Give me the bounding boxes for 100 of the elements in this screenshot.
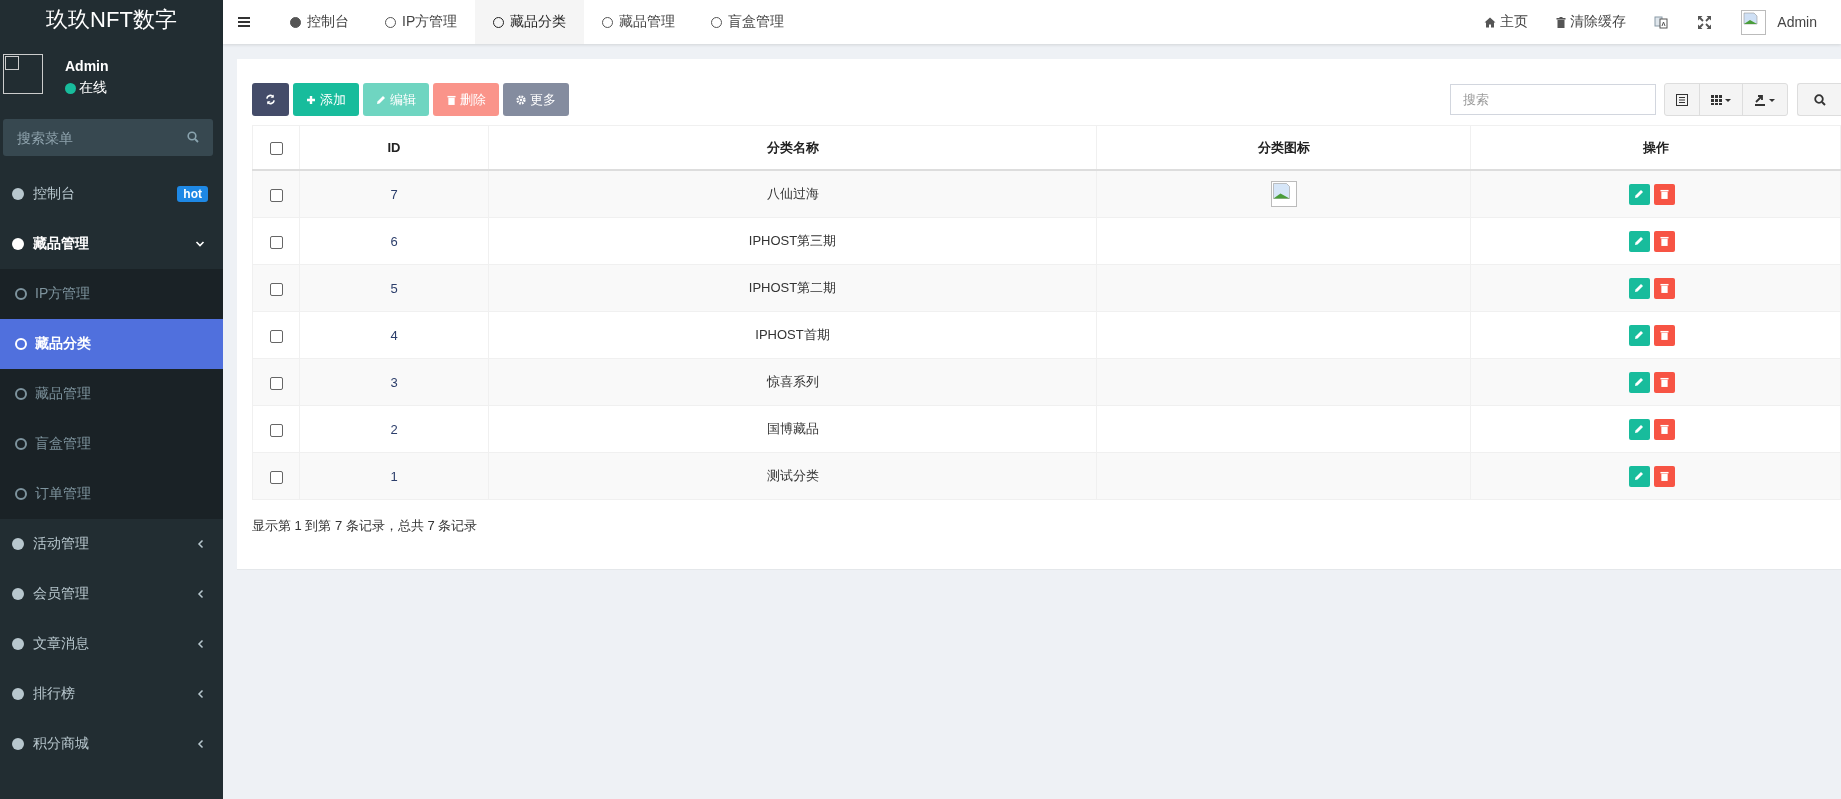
- circle-icon: [15, 288, 27, 300]
- row-checkbox[interactable]: [269, 423, 283, 437]
- trash-icon: [1659, 377, 1669, 387]
- menu-icon[interactable]: [238, 17, 250, 27]
- pencil-icon: [1634, 330, 1644, 340]
- delete-button[interactable]: [1653, 465, 1675, 487]
- row-checkbox[interactable]: [269, 329, 283, 343]
- edit-button[interactable]: [1628, 324, 1650, 346]
- chevron-left-icon: [197, 589, 205, 599]
- user-name: Admin: [65, 58, 109, 74]
- table-cell: 5: [390, 280, 398, 296]
- circle-icon: [290, 16, 301, 28]
- edit-button[interactable]: [1628, 371, 1650, 393]
- column-header: 操作: [1642, 139, 1669, 155]
- submenu-item[interactable]: 藏品分类: [0, 319, 223, 369]
- pencil-icon: [1634, 424, 1644, 434]
- edit-button[interactable]: [1628, 230, 1650, 252]
- top-link[interactable]: 主页: [1484, 13, 1529, 31]
- submenu-item[interactable]: IP方管理: [0, 269, 223, 319]
- trash-icon: [1659, 471, 1669, 481]
- menu-item[interactable]: 藏品管理: [0, 219, 223, 269]
- plus-icon: [306, 94, 316, 105]
- table-cell: 6: [390, 233, 398, 249]
- dot-icon: [12, 538, 24, 550]
- delete-button[interactable]: [1653, 183, 1675, 205]
- delete-button[interactable]: [1653, 324, 1675, 346]
- delete-button[interactable]: [1653, 230, 1675, 252]
- export-icon: [1754, 93, 1776, 106]
- trash-icon: [1659, 236, 1669, 246]
- table-cell: IPHOST第三期: [748, 233, 837, 248]
- submenu-item[interactable]: 盲盒管理: [0, 419, 223, 469]
- grid-icon: [1711, 94, 1731, 105]
- translate-icon[interactable]: [1654, 15, 1669, 29]
- dot-icon: [12, 188, 24, 200]
- delete-button[interactable]: [1653, 418, 1675, 440]
- column-header: 分类名称: [766, 139, 819, 155]
- pencil-icon: [376, 94, 386, 105]
- user-name[interactable]: Admin: [1777, 14, 1817, 30]
- trash-icon: [1659, 330, 1669, 340]
- search-icon[interactable]: [187, 131, 199, 143]
- row-checkbox[interactable]: [269, 470, 283, 484]
- pencil-icon: [1634, 236, 1644, 246]
- toolbar-button[interactable]: [252, 83, 289, 116]
- user-status: 在线: [79, 79, 107, 97]
- menu-item[interactable]: 会员管理: [0, 569, 223, 619]
- chevron-left-icon: [197, 739, 205, 749]
- row-checkbox[interactable]: [269, 282, 283, 296]
- menu-item[interactable]: 文章消息: [0, 619, 223, 669]
- row-checkbox[interactable]: [269, 376, 283, 390]
- menu-search-field[interactable]: 搜索菜单: [3, 119, 213, 156]
- circle-icon: [15, 438, 27, 450]
- edit-button[interactable]: [1628, 465, 1650, 487]
- edit-button[interactable]: [1628, 183, 1650, 205]
- submenu-item[interactable]: 藏品管理: [0, 369, 223, 419]
- trash-icon: [1659, 189, 1669, 199]
- table-cell: 测试分类: [766, 468, 819, 483]
- column-header: ID: [387, 140, 401, 155]
- avatar-icon: [3, 54, 43, 94]
- pagination-info: 显示第 1 到第 7 条记录，总共 7 条记录: [252, 518, 478, 533]
- trash-icon: [446, 94, 456, 105]
- avatar-icon[interactable]: [1741, 9, 1767, 35]
- nav-tab[interactable]: IP方管理: [367, 0, 476, 44]
- table-cell: 4: [390, 327, 398, 343]
- dot-icon: [12, 688, 24, 700]
- select-all-checkbox[interactable]: [269, 142, 283, 156]
- table-cell: 2: [390, 421, 398, 437]
- chevron-left-icon: [197, 689, 205, 699]
- row-checkbox[interactable]: [269, 188, 283, 202]
- menu-item[interactable]: 积分商城: [0, 719, 223, 769]
- trash-icon: [1556, 16, 1567, 28]
- row-checkbox[interactable]: [269, 235, 283, 249]
- search-button[interactable]: [1797, 83, 1841, 116]
- table-cell: 3: [390, 374, 398, 390]
- search-field[interactable]: 搜索: [1450, 84, 1656, 115]
- menu-item[interactable]: 控制台 hot: [0, 169, 223, 219]
- brand-title[interactable]: 玖玖NFT数字: [0, 0, 223, 44]
- nav-tab[interactable]: 控制台: [272, 0, 367, 44]
- dot-icon: [12, 738, 24, 750]
- table-cell: 7: [390, 186, 398, 202]
- edit-button[interactable]: [1628, 277, 1650, 299]
- gear-icon: [516, 94, 526, 105]
- refresh-icon: [265, 94, 276, 105]
- pencil-icon: [1634, 189, 1644, 199]
- nav-tab[interactable]: 藏品管理: [584, 0, 694, 44]
- dot-icon: [12, 238, 24, 250]
- nav-tab[interactable]: 藏品分类: [475, 0, 585, 44]
- edit-button[interactable]: [1628, 418, 1650, 440]
- delete-button[interactable]: [1653, 371, 1675, 393]
- delete-button[interactable]: [1653, 277, 1675, 299]
- menu-item[interactable]: 活动管理: [0, 519, 223, 569]
- fullscreen-icon[interactable]: [1698, 15, 1712, 29]
- circle-icon: [15, 338, 27, 350]
- menu-item[interactable]: 排行榜: [0, 669, 223, 719]
- submenu-item[interactable]: 订单管理: [0, 469, 223, 519]
- circle-icon: [15, 388, 27, 400]
- nav-tab[interactable]: 盲盒管理: [693, 0, 803, 44]
- table-cell: IPHOST第二期: [748, 280, 837, 295]
- table-cell: 八仙过海: [766, 186, 819, 201]
- top-link[interactable]: 清除缓存: [1556, 13, 1627, 31]
- hot-badge: hot: [177, 186, 208, 202]
